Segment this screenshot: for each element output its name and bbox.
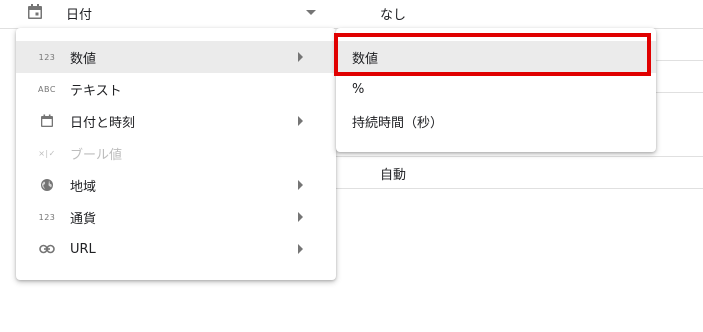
text-icon: ABC [38, 84, 56, 94]
chevron-right-icon [298, 52, 303, 62]
boolean-icon: ×|✓ [38, 148, 56, 158]
submenu-item-number[interactable]: 数値 [336, 41, 656, 73]
calendar-icon [36, 114, 58, 128]
calendar-icon [26, 3, 44, 21]
row-divider [336, 156, 703, 157]
chevron-right-icon [298, 244, 303, 254]
menu-item-date-time[interactable]: 日付と時刻 [16, 105, 336, 137]
row-divider [656, 92, 703, 93]
submenu-item-label: 持続時間（秒） [352, 115, 444, 131]
number-submenu: 数値 % 持続時間（秒） [336, 28, 656, 152]
menu-item-label: 日付と時刻 [70, 115, 136, 131]
number-icon: 123 [38, 52, 56, 62]
field-type-label[interactable]: 日付 [66, 4, 92, 23]
submenu-item-label: 数値 [352, 51, 379, 67]
aggregation-value[interactable]: 自動 [380, 164, 406, 183]
menu-item-label: 地域 [70, 179, 97, 195]
menu-item-text[interactable]: ABC テキスト [16, 73, 336, 105]
submenu-item-label: % [352, 81, 365, 97]
globe-icon [36, 178, 58, 192]
menu-item-label: テキスト [70, 83, 122, 99]
menu-item-boolean: ×|✓ ブール値 [16, 137, 336, 169]
type-menu: 123 数値 ABC テキスト 日付と時刻 ×|✓ ブール値 地域 123 通貨… [16, 28, 336, 280]
number-icon: 123 [38, 212, 56, 222]
submenu-item-duration[interactable]: 持続時間（秒） [336, 105, 656, 137]
submenu-item-percent[interactable]: % [336, 73, 656, 105]
menu-item-label: ブール値 [70, 147, 123, 163]
chevron-right-icon [298, 116, 303, 126]
row-divider [656, 60, 703, 61]
menu-item-label: 数値 [70, 51, 97, 67]
chevron-down-icon[interactable] [306, 10, 316, 15]
menu-item-geo[interactable]: 地域 [16, 169, 336, 201]
menu-item-number[interactable]: 123 数値 [16, 41, 336, 73]
chevron-right-icon [298, 180, 303, 190]
menu-item-currency[interactable]: 123 通貨 [16, 201, 336, 233]
chevron-right-icon [298, 212, 303, 222]
menu-item-url[interactable]: URL [16, 233, 336, 265]
menu-item-label: URL [70, 241, 96, 257]
row-divider [336, 188, 703, 189]
menu-item-label: 通貨 [70, 211, 97, 227]
link-icon [36, 244, 58, 254]
aggregation-value[interactable]: なし [380, 4, 406, 23]
